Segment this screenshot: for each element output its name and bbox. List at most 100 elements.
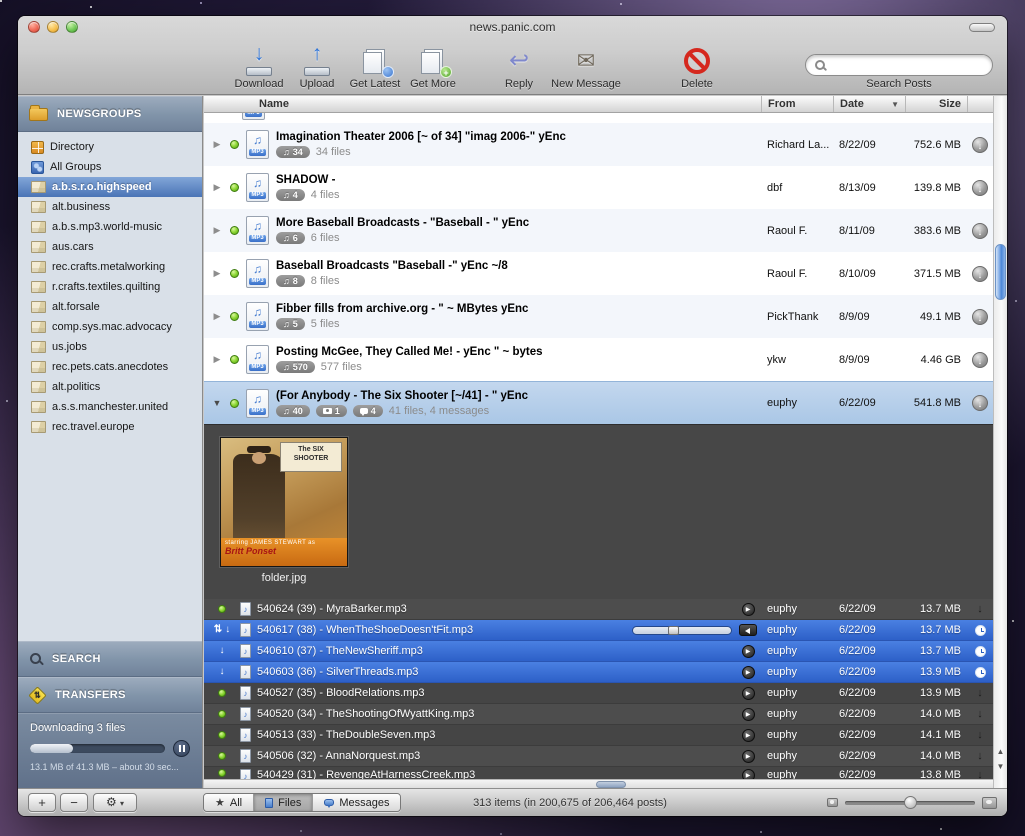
sidebar-item-mac-advocacy[interactable]: comp.sys.mac.advocacy (18, 317, 202, 337)
sidebar-item-manchester-united[interactable]: a.s.s.manchester.united (18, 397, 202, 417)
download-file-button[interactable]: ↓ (977, 603, 983, 615)
download-post-button[interactable]: ↓ (972, 309, 988, 325)
column-header-from[interactable]: From (761, 96, 833, 112)
sidebar-item-world-music[interactable]: a.b.s.mp3.world-music (18, 217, 202, 237)
sidebar-item-metalworking[interactable]: rec.crafts.metalworking (18, 257, 202, 277)
toolbar-toggle-button[interactable] (969, 23, 995, 32)
filter-messages-segment[interactable]: Messages (312, 794, 400, 811)
vertical-scroll-thumb[interactable] (995, 244, 1006, 300)
filter-files-segment[interactable]: Files (253, 794, 312, 811)
play-button[interactable]: ▶ (742, 708, 755, 721)
post-row-selected[interactable]: ▼ ♫ (For Anybody - The Six Shooter [~/41… (204, 381, 993, 424)
download-post-button[interactable]: ↓ (972, 266, 988, 282)
sidebar-item-alt-politics[interactable]: alt.politics (18, 377, 202, 397)
sidebar-item-directory[interactable]: Directory (18, 137, 202, 157)
file-row[interactable]: 540506 (32) - AnnaNorquest.mp3 ▶ euphy 6… (204, 746, 993, 767)
play-button[interactable]: ▶ (742, 603, 755, 616)
size-slider[interactable] (845, 801, 975, 805)
get-more-button[interactable]: + Get More (404, 46, 462, 90)
sidebar-item-us-jobs[interactable]: us.jobs (18, 337, 202, 357)
sidebar-item-quilting[interactable]: r.crafts.textiles.quilting (18, 277, 202, 297)
download-file-button[interactable]: ↓ (977, 687, 983, 699)
disclosure-triangle-icon[interactable]: ▶ (211, 354, 223, 365)
vertical-scrollbar[interactable]: ▲ ▼ (993, 96, 1007, 788)
file-row[interactable]: 540520 (34) - TheShootingOfWyattKing.mp3… (204, 704, 993, 725)
file-row[interactable]: 540513 (33) - TheDoubleSeven.mp3 ▶ euphy… (204, 725, 993, 746)
titlebar[interactable]: news.panic.com (18, 16, 1007, 38)
download-post-button[interactable]: ↓ (972, 137, 988, 153)
file-row-selected-queued[interactable]: ↓ 540610 (37) - TheNewSheriff.mp3 ▶ euph… (204, 641, 993, 662)
post-row[interactable]: ▶ ♫ Baseball Broadcasts "Baseball -" yEn… (204, 252, 993, 295)
sidebar-item-all-groups[interactable]: All Groups (18, 157, 202, 177)
newsgroups-section-header[interactable]: NEWSGROUPS (18, 96, 202, 132)
add-group-button[interactable]: + (28, 793, 56, 812)
download-post-button[interactable]: ↓ (972, 395, 988, 411)
post-row[interactable]: ▶ ♫ More Baseball Broadcasts - "Baseball… (204, 209, 993, 252)
sidebar-item-absro-highspeed[interactable]: a.b.s.r.o.highspeed (18, 177, 202, 197)
disclosure-triangle-icon[interactable]: ▶ (211, 311, 223, 322)
play-button[interactable]: ▶ (742, 645, 755, 658)
sidebar-item-aus-cars[interactable]: aus.cars (18, 237, 202, 257)
file-date: 6/22/09 (833, 708, 905, 720)
download-file-button[interactable]: ↓ (977, 769, 983, 779)
delete-button[interactable]: Delete (668, 46, 726, 90)
file-row[interactable]: 540527 (35) - BloodRelations.mp3 ▶ euphy… (204, 683, 993, 704)
scroll-up-button[interactable]: ▲ (994, 744, 1007, 759)
download-file-button[interactable]: ↓ (977, 750, 983, 762)
audio-doc-icon (240, 707, 251, 721)
action-menu-button[interactable]: ⚙ ▾ (93, 793, 137, 812)
download-file-button[interactable]: ↓ (977, 729, 983, 741)
download-post-button[interactable]: ↓ (972, 223, 988, 239)
size-slider-knob[interactable] (904, 796, 917, 809)
get-latest-button[interactable]: Get Latest (346, 46, 404, 90)
disclosure-triangle-icon[interactable]: ▶ (211, 225, 223, 236)
file-row-selected-queued[interactable]: ↓ 540603 (36) - SilverThreads.mp3 ▶ euph… (204, 662, 993, 683)
scroll-down-button[interactable]: ▼ (994, 759, 1007, 774)
play-button[interactable]: ▶ (742, 666, 755, 679)
image-count-badge: 1 (316, 405, 347, 417)
download-button[interactable]: ↓ Download (230, 46, 288, 90)
column-header-name[interactable]: Name (204, 96, 761, 112)
sidebar-item-alt-business[interactable]: alt.business (18, 197, 202, 217)
file-row-selected-downloading[interactable]: ⇅↓ 540617 (38) - WhenTheShoeDoesn'tFit.m… (204, 620, 993, 641)
transfers-section-header[interactable]: ⇅ TRANSFERS (18, 677, 202, 713)
clipped-post-row[interactable]: ♫ (204, 113, 993, 123)
download-post-button[interactable]: ↓ (972, 352, 988, 368)
disclosure-triangle-icon[interactable]: ▶ (211, 139, 223, 150)
speaker-button[interactable] (739, 624, 757, 636)
file-row[interactable]: 540624 (39) - MyraBarker.mp3 ▶ euphy 6/2… (204, 599, 993, 620)
post-row[interactable]: ▶ ♫ Posting McGee, They Called Me! - yEn… (204, 338, 993, 381)
upload-button[interactable]: ↑ Upload (288, 46, 346, 90)
horizontal-scroll-thumb[interactable] (596, 781, 626, 788)
column-header-size[interactable]: Size (905, 96, 967, 112)
play-button[interactable]: ▶ (742, 687, 755, 700)
post-row[interactable]: ▶ ♫ Fibber fills from archive.org - " ~ … (204, 295, 993, 338)
play-button[interactable]: ▶ (742, 769, 755, 779)
remove-group-button[interactable]: − (60, 793, 88, 812)
download-post-button[interactable]: ↓ (972, 180, 988, 196)
attachment-item[interactable]: The SIX SHOOTER starring JAMES STEWART a… (219, 437, 349, 584)
search-section-header[interactable]: SEARCH (18, 641, 202, 677)
post-row[interactable]: ▶ ♫ Imagination Theater 2006 [~ of 34] "… (204, 123, 993, 166)
file-row-clipped[interactable]: 540429 (31) - RevengeAtHarnessCreek.mp3 … (204, 767, 993, 779)
sidebar-item-alt-forsale[interactable]: alt.forsale (18, 297, 202, 317)
sidebar-item-cats-anecdotes[interactable]: rec.pets.cats.anecdotes (18, 357, 202, 377)
search-input[interactable] (805, 54, 993, 76)
play-button[interactable]: ▶ (742, 729, 755, 742)
download-file-button[interactable]: ↓ (977, 708, 983, 720)
post-row[interactable]: ▶ ♫ SHADOW - ♫4 4 files dbf 8/13/09 (204, 166, 993, 209)
column-header-date[interactable]: Date▼ (833, 96, 905, 112)
disclosure-triangle-icon[interactable]: ▶ (211, 268, 223, 279)
filter-all-segment[interactable]: ★ All (204, 794, 253, 811)
disclosure-triangle-icon[interactable]: ▶ (211, 182, 223, 193)
new-message-button[interactable]: ✉ New Message (548, 46, 624, 90)
folder-jpg-thumbnail[interactable]: The SIX SHOOTER starring JAMES STEWART a… (220, 437, 348, 567)
slider-thumb[interactable] (668, 626, 679, 635)
playback-slider[interactable] (632, 626, 732, 635)
play-button[interactable]: ▶ (742, 750, 755, 763)
disclosure-triangle-icon[interactable]: ▼ (211, 398, 223, 408)
pause-transfers-button[interactable] (173, 740, 190, 757)
sidebar-item-travel-europe[interactable]: rec.travel.europe (18, 417, 202, 437)
reply-button[interactable]: ↩ Reply (490, 46, 548, 90)
camera-icon (323, 408, 332, 414)
